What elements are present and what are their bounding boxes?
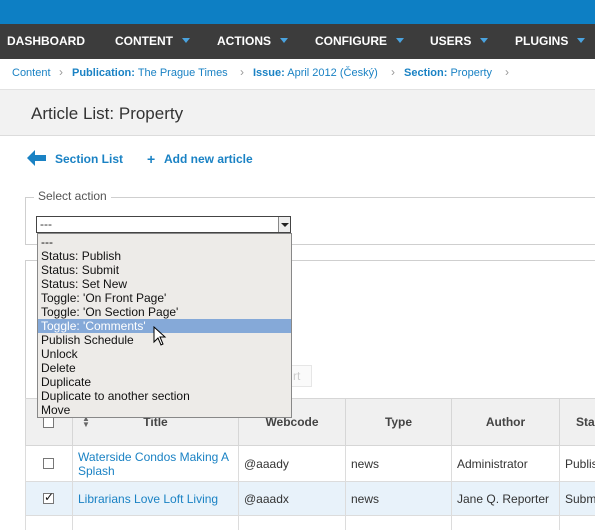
option-status-submit[interactable]: Status: Submit: [38, 263, 291, 277]
nav-dashboard-label: DASHBOARD: [7, 34, 85, 48]
breadcrumb-section[interactable]: Section: Property: [404, 67, 492, 79]
breadcrumb-issue-value: April 2012 (Český): [287, 67, 378, 79]
mouse-pointer-icon: [153, 326, 167, 346]
nav-users[interactable]: USERS: [430, 24, 489, 59]
status-cell: Subm: [565, 492, 595, 506]
author-cell: Jane Q. Reporter: [457, 492, 550, 506]
breadcrumb-separator: ›: [59, 65, 63, 79]
nav-actions-label: ACTIONS: [217, 34, 271, 48]
section-list-link[interactable]: Section List: [55, 152, 123, 166]
status-cell: Publis: [565, 457, 595, 471]
type-cell: news: [351, 492, 380, 506]
column-divider: [25, 446, 26, 530]
column-author-label: Author: [485, 415, 526, 429]
option-move[interactable]: Move: [38, 403, 291, 417]
chevron-down-icon: [182, 38, 190, 43]
breadcrumb-publication[interactable]: Publication: The Prague Times: [72, 67, 228, 79]
author-cell: Administrator: [457, 457, 528, 471]
chevron-down-icon: [396, 38, 404, 43]
column-divider: [238, 446, 239, 530]
option-duplicate[interactable]: Duplicate: [38, 375, 291, 389]
nav-content-label: CONTENT: [115, 34, 173, 48]
option-delete[interactable]: Delete: [38, 361, 291, 375]
breadcrumb-content[interactable]: Content: [12, 67, 51, 79]
option-toggle-front-page[interactable]: Toggle: 'On Front Page': [38, 291, 291, 305]
article-title-link[interactable]: Librarians Love Loft Living: [78, 492, 236, 506]
plus-icon[interactable]: +: [147, 151, 155, 167]
breadcrumb-publication-value: The Prague Times: [137, 67, 228, 79]
nav-users-label: USERS: [430, 34, 472, 48]
chevron-down-icon: [280, 38, 288, 43]
add-new-article-link[interactable]: Add new article: [164, 152, 253, 166]
option-none[interactable]: ---: [38, 235, 291, 249]
chevron-down-icon: [577, 38, 586, 43]
option-status-set-new[interactable]: Status: Set New: [38, 277, 291, 291]
option-unlock[interactable]: Unlock: [38, 347, 291, 361]
page-header: Article List: Property: [0, 90, 595, 136]
column-author-header[interactable]: Author: [451, 398, 560, 446]
select-action-value: ---: [40, 217, 52, 231]
top-brand-bar: [0, 0, 595, 24]
column-type-header[interactable]: Type: [345, 398, 452, 446]
column-divider: [451, 446, 452, 530]
breadcrumb-publication-label: Publication:: [72, 67, 135, 79]
nav-content[interactable]: CONTENT: [115, 24, 190, 59]
page-title: Article List: Property: [31, 104, 184, 123]
option-status-publish[interactable]: Status: Publish: [38, 249, 291, 263]
breadcrumb-separator: ›: [391, 65, 395, 79]
breadcrumb-separator: ›: [505, 65, 509, 79]
column-divider: [345, 446, 346, 530]
nav-plugins[interactable]: PLUGINS: [515, 24, 586, 59]
breadcrumb-section-label: Section:: [404, 67, 448, 79]
hidden-action-button-label: rt: [293, 369, 301, 383]
main-nav: DASHBOARD CONTENT ACTIONS CONFIGURE USER…: [0, 24, 595, 59]
row-checkbox[interactable]: [43, 490, 54, 504]
column-status-label: Sta: [576, 415, 595, 429]
column-divider: [72, 446, 73, 530]
select-action-legend: Select action: [34, 189, 111, 203]
breadcrumb-issue-label: Issue:: [253, 67, 285, 79]
select-all-checkbox[interactable]: [43, 417, 54, 428]
option-duplicate-another-section[interactable]: Duplicate to another section: [38, 389, 291, 403]
nav-actions[interactable]: ACTIONS: [217, 24, 288, 59]
back-arrow-icon[interactable]: [27, 150, 47, 166]
select-action-dropdown[interactable]: ---: [36, 216, 291, 233]
nav-plugins-label: PLUGINS: [515, 34, 569, 48]
row-checkbox[interactable]: [43, 458, 54, 469]
breadcrumb-separator: ›: [240, 65, 244, 79]
dropdown-arrow-icon[interactable]: [278, 217, 290, 232]
breadcrumb-issue[interactable]: Issue: April 2012 (Český): [253, 67, 378, 79]
breadcrumb-section-value: Property: [450, 67, 493, 79]
article-title-link[interactable]: Waterside Condos Making A Splash: [78, 450, 236, 478]
type-cell: news: [351, 457, 380, 471]
webcode-cell: @aaadx: [244, 492, 289, 506]
option-toggle-section-page[interactable]: Toggle: 'On Section Page': [38, 305, 291, 319]
column-divider: [559, 446, 560, 530]
nav-configure-label: CONFIGURE: [315, 34, 387, 48]
column-type-label: Type: [384, 415, 413, 429]
column-status-header[interactable]: Sta: [559, 398, 595, 446]
nav-configure[interactable]: CONFIGURE: [315, 24, 404, 59]
chevron-down-icon: [480, 38, 489, 43]
nav-dashboard[interactable]: DASHBOARD: [7, 24, 85, 59]
breadcrumb: Content › Publication: The Prague Times …: [0, 59, 595, 90]
webcode-cell: @aaady: [244, 457, 289, 471]
